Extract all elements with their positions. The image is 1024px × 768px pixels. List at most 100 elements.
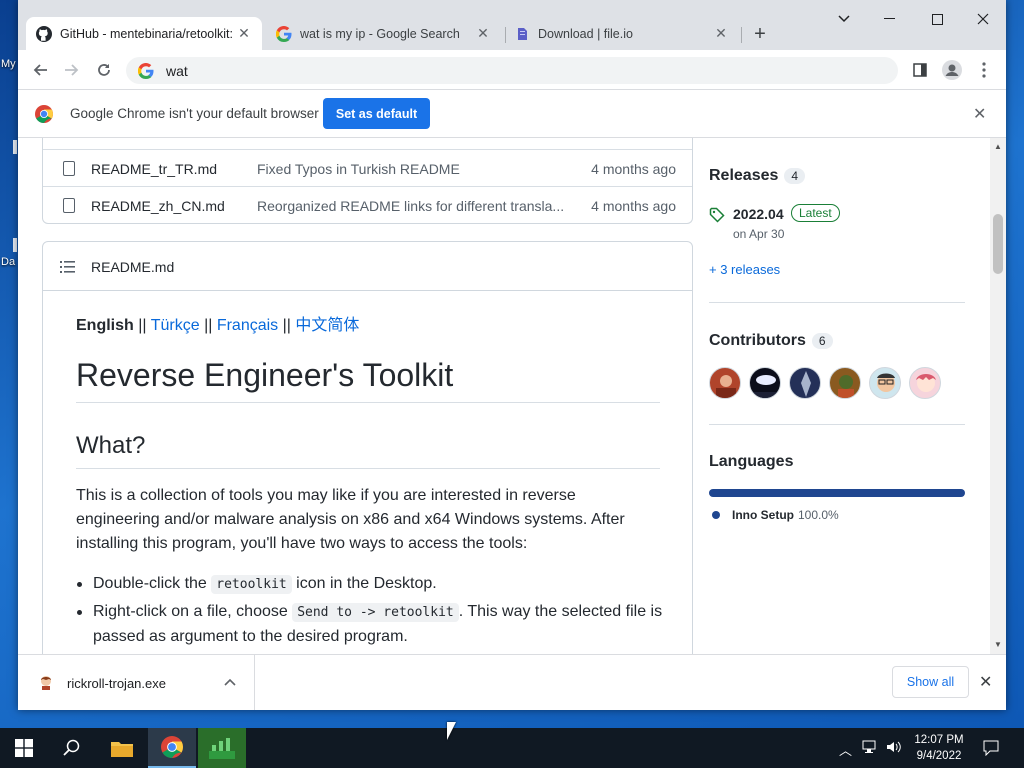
- scroll-up-icon[interactable]: ▲: [994, 142, 1002, 151]
- readme-paragraph: This is a collection of tools you may li…: [76, 487, 625, 552]
- close-download-shelf-icon[interactable]: ✕: [979, 672, 992, 692]
- contributor-avatar[interactable]: [749, 367, 781, 399]
- new-tab-button[interactable]: +: [748, 22, 772, 46]
- contributors-heading-label: Contributors: [709, 332, 806, 349]
- language-item[interactable]: Inno Setup 100.0%: [712, 508, 839, 522]
- fileio-icon: [514, 26, 530, 42]
- tab-title: GitHub - mentebinaria/retoolkit: R: [60, 26, 236, 41]
- readme-title[interactable]: README.md: [91, 259, 174, 275]
- language-percent: 100.0%: [798, 508, 839, 522]
- chrome-window: GitHub - mentebinaria/retoolkit: R ✕ wat…: [18, 0, 1006, 710]
- contributors-heading[interactable]: Contributors 6: [709, 332, 833, 350]
- contributor-avatar[interactable]: [909, 367, 941, 399]
- desktop-icon-label[interactable]: My: [1, 58, 16, 70]
- lang-francais-link[interactable]: Français: [217, 317, 278, 334]
- lang-separator: ||: [282, 317, 291, 334]
- commit-message[interactable]: Reorganized README links for different t…: [257, 198, 564, 214]
- close-tab-icon[interactable]: ✕: [713, 25, 729, 42]
- list-item: Right-click on a file, choose Send to ->…: [77, 600, 663, 649]
- desktop-icon[interactable]: [13, 238, 17, 252]
- sidebar-divider: [709, 424, 965, 425]
- contributor-avatar[interactable]: [709, 367, 741, 399]
- google-icon: [276, 25, 292, 42]
- network-icon[interactable]: [862, 740, 878, 757]
- languages-heading: Languages: [709, 453, 794, 470]
- commit-age: 4 months ago: [591, 161, 676, 177]
- file-explorer-icon[interactable]: [98, 728, 146, 768]
- tab-github[interactable]: GitHub - mentebinaria/retoolkit: R ✕: [26, 17, 262, 50]
- contributor-avatar[interactable]: [869, 367, 901, 399]
- release-version[interactable]: 2022.04: [733, 206, 784, 222]
- tab-fileio[interactable]: Download | file.io ✕: [504, 17, 739, 50]
- set-as-default-button[interactable]: Set as default: [323, 98, 430, 129]
- chrome-taskbar-icon[interactable]: [148, 728, 196, 768]
- forward-button[interactable]: [60, 58, 84, 82]
- notification-icon[interactable]: [983, 740, 999, 759]
- volume-icon[interactable]: [886, 740, 902, 757]
- download-filename: rickroll-trojan.exe: [67, 676, 166, 691]
- minimize-button[interactable]: [866, 8, 912, 30]
- lang-turkce-link[interactable]: Türkçe: [151, 317, 200, 334]
- lang-english: English: [76, 317, 134, 334]
- maximize-button[interactable]: [914, 8, 960, 30]
- sidebar-divider: [709, 302, 965, 303]
- releases-heading[interactable]: Releases 4: [709, 167, 806, 185]
- close-tab-icon[interactable]: ✕: [475, 25, 491, 42]
- bullet-dot: [77, 610, 82, 615]
- infobar-message: Google Chrome isn't your default browser: [70, 106, 319, 121]
- contributor-avatar[interactable]: [829, 367, 861, 399]
- lang-separator: ||: [138, 317, 147, 334]
- taskmgr-app-icon[interactable]: [198, 728, 246, 768]
- file-row[interactable]: README_zh_CN.md Reorganized README links…: [43, 186, 692, 223]
- file-icon: [63, 161, 75, 176]
- address-input[interactable]: [166, 62, 866, 79]
- tab-google-search[interactable]: wat is my ip - Google Search ✕: [266, 17, 501, 50]
- close-infobar-icon[interactable]: ✕: [973, 104, 986, 124]
- chevron-up-icon[interactable]: [224, 674, 236, 689]
- list-icon[interactable]: [60, 260, 75, 273]
- system-clock[interactable]: 12:07 PM 9/4/2022: [908, 732, 970, 764]
- readme-language-links: English || Türkçe || Français || 中文简体: [76, 311, 359, 335]
- back-button[interactable]: [28, 58, 52, 82]
- file-row[interactable]: README_tr_TR.md Fixed Typos in Turkish R…: [43, 149, 692, 186]
- list-item: Double-click the retoolkit icon in the D…: [77, 572, 663, 597]
- desktop-icon[interactable]: [13, 140, 17, 154]
- scrollbar-thumb[interactable]: [993, 214, 1003, 274]
- page-scrollbar[interactable]: ▲ ▼: [990, 138, 1006, 654]
- close-window-button[interactable]: [960, 8, 1006, 30]
- address-bar[interactable]: [126, 57, 898, 84]
- exe-file-icon: [38, 674, 54, 690]
- close-tab-icon[interactable]: ✕: [236, 25, 252, 42]
- reload-button[interactable]: [92, 58, 116, 82]
- tab-search-chevron-icon[interactable]: [821, 8, 867, 30]
- chevron-up-icon[interactable]: ︿: [839, 740, 852, 759]
- more-releases-link[interactable]: + 3 releases: [709, 262, 780, 277]
- readme-heading-2: What?: [76, 432, 660, 469]
- bullet-text: Double-click the: [93, 575, 212, 592]
- contributor-avatar[interactable]: [789, 367, 821, 399]
- language-dot: [712, 511, 720, 519]
- tab-separator: [741, 27, 742, 43]
- start-button[interactable]: [0, 728, 48, 768]
- search-icon[interactable]: [48, 728, 96, 768]
- lang-chinese-link[interactable]: 中文简体: [295, 317, 359, 334]
- profile-avatar-icon[interactable]: [940, 58, 964, 82]
- readme-heading-1: Reverse Engineer's Toolkit: [76, 357, 660, 403]
- file-name[interactable]: README_zh_CN.md: [91, 198, 225, 214]
- tab-title: wat is my ip - Google Search: [300, 26, 460, 41]
- commit-message[interactable]: Fixed Typos in Turkish README: [257, 161, 460, 177]
- mouse-cursor-icon: [447, 722, 456, 740]
- readme-box: README.md English || Türkçe || Français …: [42, 241, 693, 654]
- download-item[interactable]: rickroll-trojan.exe: [18, 655, 255, 710]
- side-panel-icon[interactable]: [908, 58, 932, 82]
- scroll-down-icon[interactable]: ▼: [994, 640, 1002, 649]
- tab-strip: GitHub - mentebinaria/retoolkit: R ✕ wat…: [18, 0, 1006, 50]
- file-name[interactable]: README_tr_TR.md: [91, 161, 217, 177]
- inline-code: Send to -> retoolkit: [292, 603, 459, 622]
- desktop-icon-label[interactable]: Da: [1, 256, 15, 268]
- menu-kebab-icon[interactable]: [972, 58, 996, 82]
- browser-toolbar: [18, 50, 1006, 90]
- show-all-button[interactable]: Show all: [892, 666, 969, 698]
- default-browser-infobar: Google Chrome isn't your default browser…: [18, 90, 1006, 138]
- contributors-count: 6: [811, 333, 833, 349]
